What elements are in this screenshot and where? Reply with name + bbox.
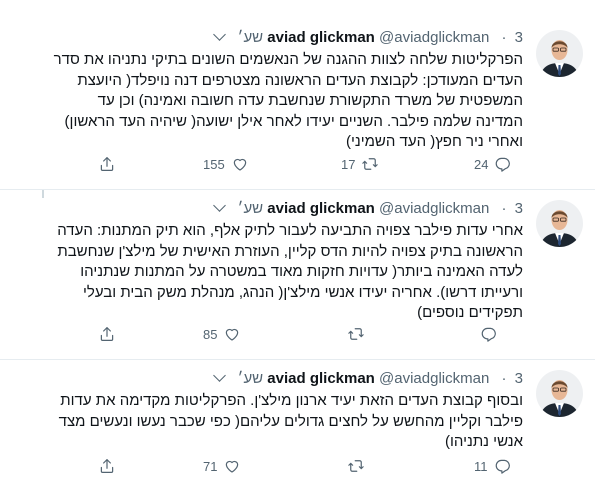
reply-button[interactable] <box>474 323 498 345</box>
like-button[interactable]: 85 <box>203 323 241 345</box>
user-handle[interactable]: @aviadglickman <box>379 29 489 46</box>
tweet-header: aviad glickman @aviadglickman · 3 שע׳ <box>212 28 523 48</box>
tweet-header: aviad glickman @aviadglickman · 3 שע׳ <box>212 369 523 389</box>
share-button[interactable] <box>98 153 116 175</box>
retweet-button[interactable] <box>341 455 365 477</box>
display-name[interactable]: aviad glickman <box>267 370 375 387</box>
reply-icon <box>496 157 511 172</box>
thread-line <box>42 190 44 198</box>
like-count: 85 <box>203 326 218 342</box>
like-count: 155 <box>203 156 225 172</box>
tweet-text: ובסוף קבוצת העדים הזאת יעיד ארנון מילצ'ן… <box>58 392 523 450</box>
reply-button[interactable]: 24 <box>474 153 512 175</box>
reply-count: 24 <box>474 156 489 172</box>
tweet[interactable]: aviad glickman @aviadglickman · 3 שע׳ הפ… <box>0 0 595 190</box>
avatar[interactable] <box>536 30 583 77</box>
like-button[interactable]: 155 <box>203 153 249 175</box>
tweet[interactable]: aviad glickman @aviadglickman · 3 שע׳ אח… <box>0 190 595 360</box>
chevron-down-icon[interactable] <box>212 28 226 41</box>
like-button[interactable]: 71 <box>203 455 241 477</box>
heart-icon <box>226 328 239 341</box>
retweet-icon <box>348 328 364 340</box>
retweet-icon <box>348 460 364 472</box>
display-name[interactable]: aviad glickman <box>267 200 375 217</box>
share-button[interactable] <box>98 455 116 477</box>
tweet-text: אחרי עדות פילבר צפויה התביעה לעבור לתיק … <box>57 222 523 321</box>
user-handle[interactable]: @aviadglickman <box>379 200 489 217</box>
separator-dot: · <box>501 200 507 217</box>
like-count: 71 <box>203 458 218 474</box>
chevron-down-icon[interactable] <box>212 369 226 382</box>
retweet-count: 17 <box>341 156 356 172</box>
tweet-text: הפרקליטות שלחה לצוות ההגנה של הנאשמים הש… <box>53 51 523 150</box>
user-handle[interactable]: @aviadglickman <box>379 370 489 387</box>
separator-dot: · <box>501 370 507 387</box>
reply-icon <box>495 459 510 474</box>
display-name[interactable]: aviad glickman <box>267 29 375 46</box>
heart-icon <box>226 460 239 473</box>
share-icon <box>100 327 114 341</box>
tweet-header: aviad glickman @aviadglickman · 3 שע׳ <box>212 199 523 219</box>
reply-icon <box>481 327 496 342</box>
reply-count: 11 <box>474 458 488 474</box>
retweet-button[interactable]: 17 <box>341 153 379 175</box>
reply-button[interactable]: 11 <box>474 455 512 477</box>
avatar[interactable] <box>536 370 583 417</box>
share-button[interactable] <box>98 323 116 345</box>
tweet[interactable]: aviad glickman @aviadglickman · 3 שע׳ וב… <box>0 360 595 504</box>
chevron-down-icon[interactable] <box>212 199 226 212</box>
separator-dot: · <box>501 29 507 46</box>
tweet-actions: 11 71 <box>0 455 595 477</box>
tweet-actions: 24 17 155 <box>0 153 595 175</box>
heart-icon <box>233 158 246 171</box>
share-icon <box>100 459 114 473</box>
share-icon <box>100 157 114 171</box>
avatar[interactable] <box>536 200 583 247</box>
tweet-actions: 85 <box>0 323 595 345</box>
retweet-button[interactable] <box>341 323 365 345</box>
retweet-icon <box>362 158 379 170</box>
